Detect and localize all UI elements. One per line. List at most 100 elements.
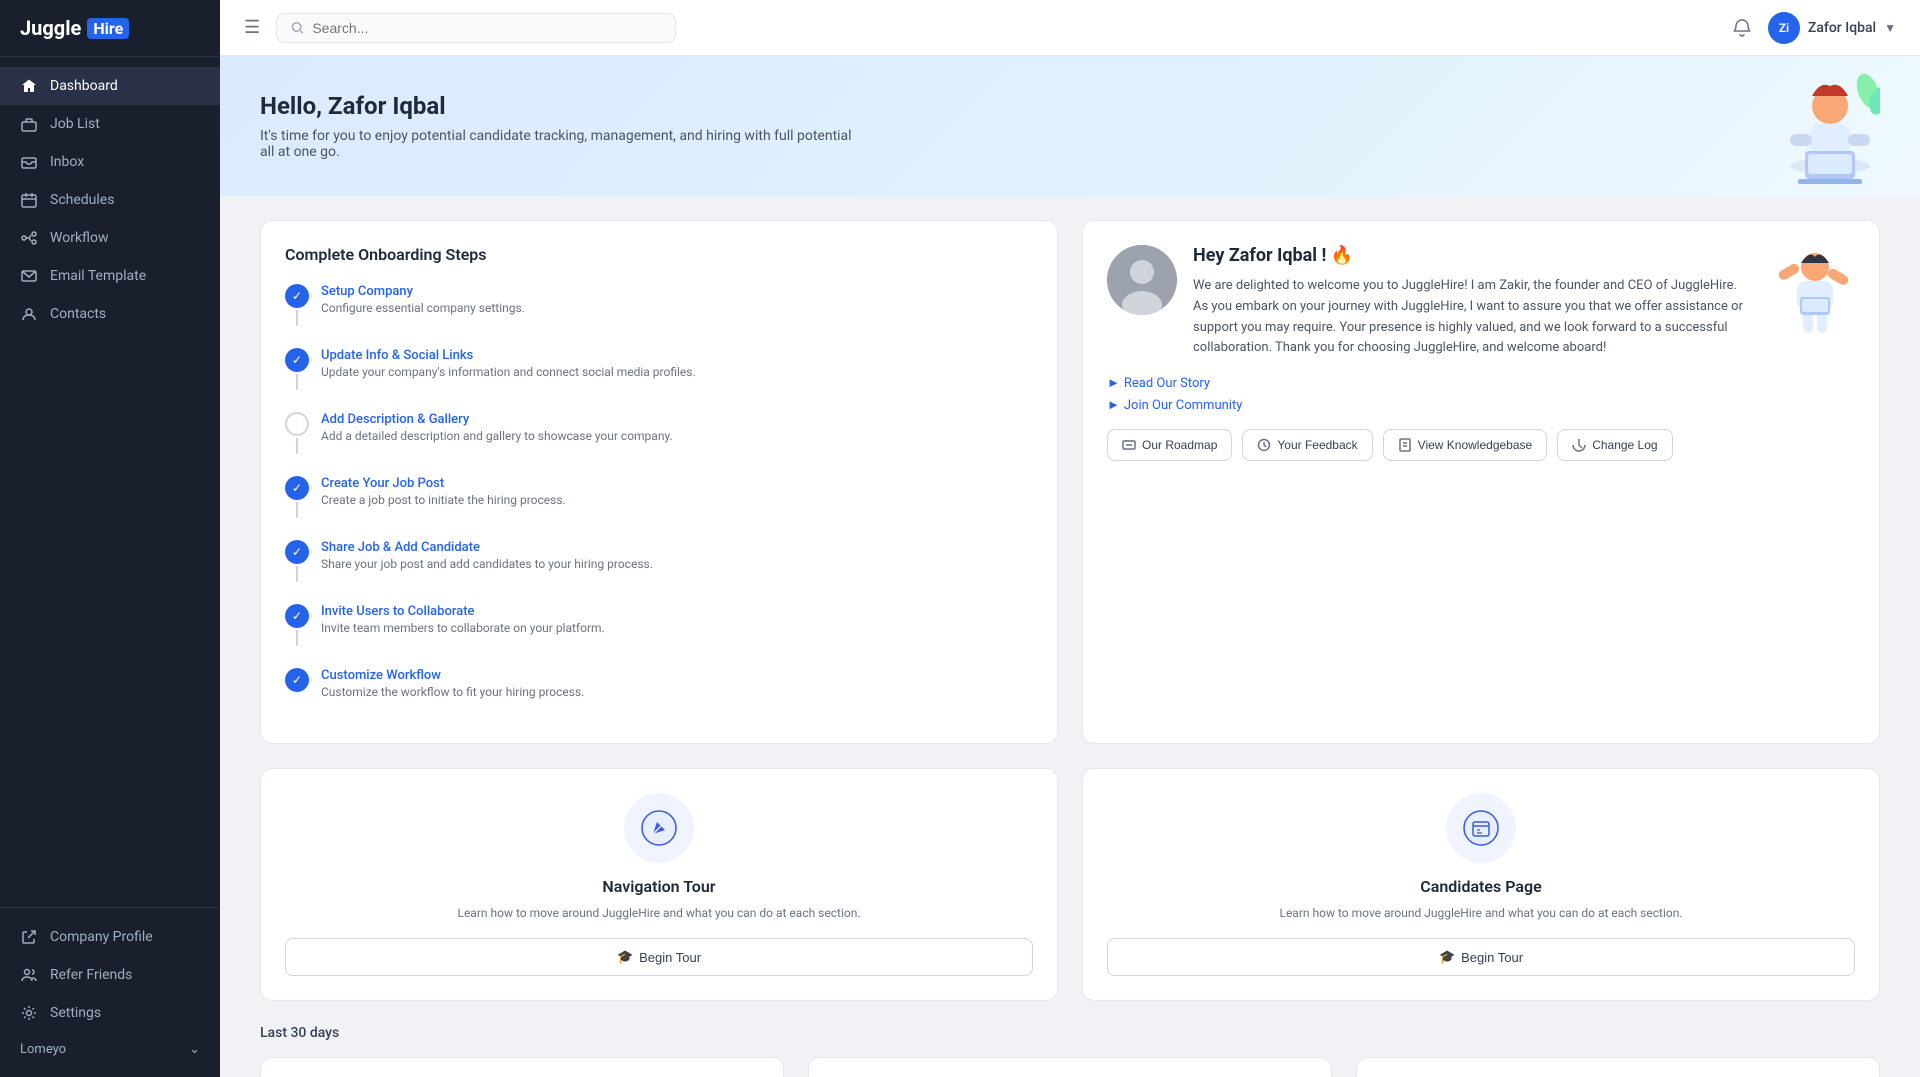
step-connector xyxy=(296,630,298,646)
sidebar-item-workflow[interactable]: Workflow xyxy=(0,219,220,257)
search-input[interactable] xyxy=(312,20,661,36)
step-circle: ✓ xyxy=(285,476,309,500)
view-knowledgebase-button[interactable]: View Knowledgebase xyxy=(1383,429,1548,461)
step-circle: ✓ xyxy=(285,284,309,308)
step-title[interactable]: Customize Workflow xyxy=(321,668,1033,683)
step-title[interactable]: Setup Company xyxy=(321,284,1033,299)
candidates-tour-title: Candidates Page xyxy=(1420,877,1541,896)
sidebar-item-contacts[interactable]: Contacts xyxy=(0,295,220,333)
onboarding-title: Complete Onboarding Steps xyxy=(285,245,1033,264)
read-our-story-link[interactable]: ► Read Our Story xyxy=(1107,375,1855,391)
user-menu[interactable]: Zi Zafor Iqbal ▼ xyxy=(1768,12,1896,44)
step-content: Share Job & Add Candidate Share your job… xyxy=(321,540,1033,584)
step-connector xyxy=(296,566,298,582)
sidebar-item-company-profile[interactable]: Company Profile xyxy=(0,918,220,956)
sidebar-item-dashboard[interactable]: Dashboard xyxy=(0,67,220,105)
step-title[interactable]: Update Info & Social Links xyxy=(321,348,1033,363)
workspace-selector[interactable]: Lomeyo ⌄ xyxy=(0,1032,220,1067)
step-item: ✓ Update Info & Social Links Update your… xyxy=(285,348,1033,392)
step-circle xyxy=(285,412,309,436)
sidebar-item-refer-friends[interactable]: Refer Friends xyxy=(0,956,220,994)
sidebar-item-contacts-label: Contacts xyxy=(50,306,106,322)
sidebar-item-schedules[interactable]: Schedules xyxy=(0,181,220,219)
sidebar-item-settings[interactable]: Settings xyxy=(0,994,220,1032)
search-bar[interactable] xyxy=(276,13,676,43)
menu-icon[interactable]: ☰ xyxy=(244,17,260,38)
stats-section: Last 30 days Open Jobs 2 New Application… xyxy=(220,1001,1920,1077)
dashboard-grid: Complete Onboarding Steps ✓ Setup Compan… xyxy=(220,196,1920,768)
workspace-name: Lomeyo xyxy=(20,1042,66,1057)
navigation-tour-icon xyxy=(641,810,677,846)
our-roadmap-button[interactable]: Our Roadmap xyxy=(1107,429,1232,461)
navigation-tour-begin-button[interactable]: 🎓 Begin Tour xyxy=(285,938,1033,976)
step-connector xyxy=(296,438,298,454)
workflow-icon xyxy=(20,229,38,247)
chevron-down-icon: ⌄ xyxy=(189,1042,200,1057)
step-content: Update Info & Social Links Update your c… xyxy=(321,348,1033,392)
your-feedback-button[interactable]: Your Feedback xyxy=(1242,429,1372,461)
changelog-btn-label: Change Log xyxy=(1592,438,1657,452)
person-icon xyxy=(20,966,38,984)
stat-card: Open Jobs 2 xyxy=(260,1057,784,1077)
welcome-greeting: Hey Zafor Iqbal ! 🔥 xyxy=(1193,245,1749,266)
candidates-tour-desc: Learn how to move around JuggleHire and … xyxy=(1279,904,1682,922)
content-area: Hello, Zafor Iqbal It's time for you to … xyxy=(220,56,1920,1077)
welcome-illustration xyxy=(1775,245,1855,335)
contacts-icon xyxy=(20,305,38,323)
change-log-button[interactable]: Change Log xyxy=(1557,429,1672,461)
join-community-link[interactable]: ► Join Our Community xyxy=(1107,397,1855,413)
step-circle: ✓ xyxy=(285,604,309,628)
navigation-tour-card: Navigation Tour Learn how to move around… xyxy=(260,768,1058,1001)
sidebar-item-job-list[interactable]: Job List xyxy=(0,105,220,143)
stat-card: New Applications 10 xyxy=(808,1057,1332,1077)
inbox-icon xyxy=(20,153,38,171)
sidebar-item-dashboard-label: Dashboard xyxy=(50,78,118,94)
topbar: ☰ Zi Zafor Iqbal ▼ xyxy=(220,0,1920,56)
step-desc: Invite team members to collaborate on yo… xyxy=(321,621,1033,635)
sidebar-item-inbox[interactable]: Inbox xyxy=(0,143,220,181)
hero-illustration xyxy=(1700,56,1880,196)
step-content: Setup Company Configure essential compan… xyxy=(321,284,1033,328)
step-title[interactable]: Invite Users to Collaborate xyxy=(321,604,1033,619)
step-connector xyxy=(296,374,298,390)
step-title[interactable]: Share Job & Add Candidate xyxy=(321,540,1033,555)
hero-subtitle: It's time for you to enjoy potential can… xyxy=(260,128,860,160)
home-icon xyxy=(20,77,38,95)
sidebar-item-email-template[interactable]: Email Template xyxy=(0,257,220,295)
navigation-tour-desc: Learn how to move around JuggleHire and … xyxy=(457,904,860,922)
candidates-tour-begin-button[interactable]: 🎓 Begin Tour xyxy=(1107,938,1855,976)
notification-bell-icon[interactable] xyxy=(1732,18,1752,38)
hero-greeting: Hello, Zafor Iqbal xyxy=(260,92,860,120)
sidebar-nav: Dashboard Job List Inbox Schedules xyxy=(0,57,220,907)
step-indicator: ✓ xyxy=(285,604,309,648)
external-link-icon xyxy=(20,928,38,946)
sidebar: Juggle Hire Dashboard Job List Inbox xyxy=(0,0,220,1077)
tour-cards-row: Navigation Tour Learn how to move around… xyxy=(220,768,1920,1001)
step-content: Create Your Job Post Create a job post t… xyxy=(321,476,1033,520)
step-item: ✓ Create Your Job Post Create a job post… xyxy=(285,476,1033,520)
candidates-page-card: Candidates Page Learn how to move around… xyxy=(1082,768,1880,1001)
onboarding-card: Complete Onboarding Steps ✓ Setup Compan… xyxy=(260,220,1058,744)
briefcase-icon xyxy=(20,115,38,133)
step-title[interactable]: Create Your Job Post xyxy=(321,476,1033,491)
topbar-right: Zi Zafor Iqbal ▼ xyxy=(1732,12,1896,44)
email-icon xyxy=(20,267,38,285)
step-circle: ✓ xyxy=(285,540,309,564)
step-indicator: ✓ xyxy=(285,284,309,328)
candidates-tour-icon xyxy=(1463,810,1499,846)
roadmap-icon xyxy=(1122,438,1136,452)
read-our-story-label: Read Our Story xyxy=(1124,376,1210,391)
step-item: ✓ Share Job & Add Candidate Share your j… xyxy=(285,540,1033,584)
step-content: Invite Users to Collaborate Invite team … xyxy=(321,604,1033,648)
step-circle: ✓ xyxy=(285,348,309,372)
user-name: Zafor Iqbal xyxy=(1808,20,1876,36)
step-content: Add Description & Gallery Add a detailed… xyxy=(321,412,1033,456)
welcome-links: ► Read Our Story ► Join Our Community xyxy=(1107,375,1855,413)
welcome-header: Hey Zafor Iqbal ! 🔥 We are delighted to … xyxy=(1107,245,1855,359)
step-title[interactable]: Add Description & Gallery xyxy=(321,412,1033,427)
step-item: ✓ Setup Company Configure essential comp… xyxy=(285,284,1033,328)
step-indicator: ✓ xyxy=(285,348,309,392)
step-desc: Create a job post to initiate the hiring… xyxy=(321,493,1033,507)
step-indicator: ✓ xyxy=(285,476,309,520)
logo-highlight: Hire xyxy=(87,18,129,39)
